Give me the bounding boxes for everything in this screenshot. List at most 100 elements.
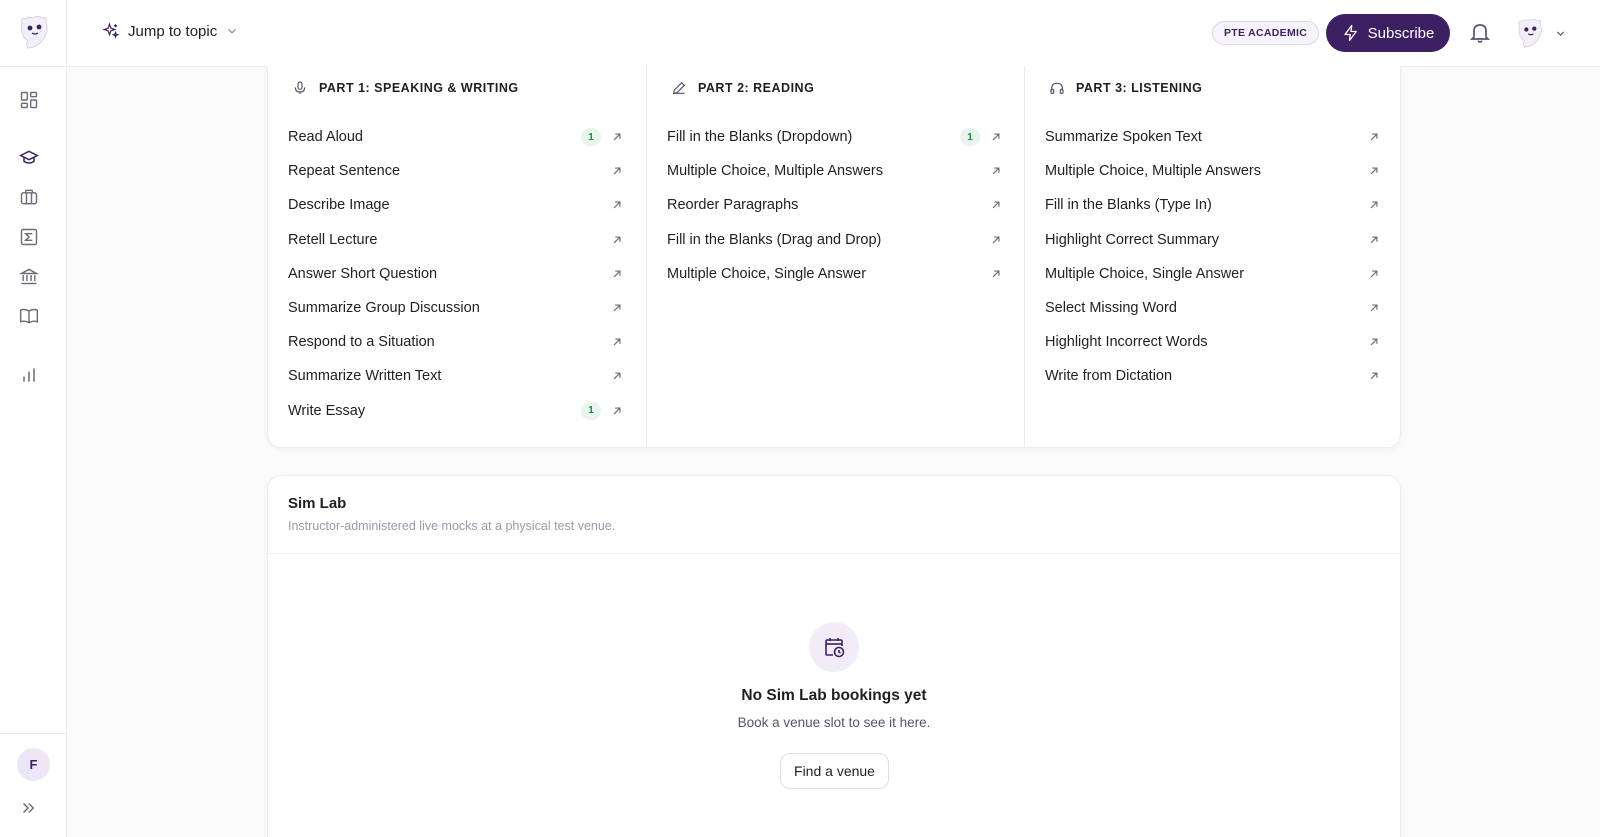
task-fill-blanks-dropdown[interactable]: Fill in the Blanks (Dropdown) 1 <box>667 120 1007 154</box>
task-label: Write from Dictation <box>1045 368 1173 385</box>
task-mc-multiple-answers[interactable]: Multiple Choice, Multiple Answers <box>1045 154 1385 188</box>
task-label: Summarize Spoken Text <box>1045 129 1202 146</box>
task-select-missing-word[interactable]: Select Missing Word <box>1045 291 1385 325</box>
subscribe-label: Subscribe <box>1367 24 1435 42</box>
task-list: Read Aloud 1 Repeat Sentence Describe Ima… <box>288 120 628 428</box>
expand-sidebar-icon[interactable] <box>19 799 37 817</box>
user-avatar-mascot-icon[interactable] <box>1514 17 1544 49</box>
task-label: Fill in the Blanks (Type In) <box>1045 197 1212 214</box>
task-label: Describe Image <box>288 197 390 214</box>
part-title: PART 2: READING <box>698 81 815 95</box>
sparkles-icon <box>102 22 120 39</box>
task-label: Fill in the Blanks (Drag and Drop) <box>667 231 882 248</box>
task-summarize-spoken-text[interactable]: Summarize Spoken Text <box>1045 120 1385 154</box>
sidebar-item-institutions[interactable] <box>17 264 41 288</box>
sidebar-item-formulas[interactable] <box>17 225 41 249</box>
arrow-up-right-icon <box>1370 338 1378 346</box>
arrow-up-right-icon <box>992 236 1000 243</box>
task-reorder-paragraphs[interactable]: Reorder Paragraphs <box>667 188 1007 222</box>
task-highlight-correct-summary[interactable]: Highlight Correct Summary <box>1045 223 1385 257</box>
arrow-up-right-icon <box>613 270 621 278</box>
task-label: Fill in the Blanks (Dropdown) <box>667 129 853 146</box>
task-label: Highlight Correct Summary <box>1045 231 1220 248</box>
task-retell-lecture[interactable]: Retell Lecture <box>288 223 628 257</box>
sidebar-item-library[interactable] <box>17 304 41 328</box>
task-list: Summarize Spoken Text Multiple Choice, M… <box>1045 120 1385 394</box>
exam-parts-card: PART 1: SPEAKING & WRITING Read Aloud 1 R… <box>267 66 1401 448</box>
task-label: Retell Lecture <box>288 231 378 248</box>
jump-to-topic-label: Jump to topic <box>128 22 218 40</box>
task-fill-blanks-type-in[interactable]: Fill in the Blanks (Type In) <box>1045 188 1385 222</box>
task-fill-blanks-drag-drop[interactable]: Fill in the Blanks (Drag and Drop) <box>667 223 1007 257</box>
task-label: Multiple Choice, Multiple Answers <box>667 163 883 180</box>
task-label: Respond to a Situation <box>288 334 435 351</box>
top-header: Jump to topic PTE ACADEMIC Subscribe <box>67 0 1600 67</box>
microphone-icon <box>294 81 306 94</box>
find-venue-button[interactable]: Find a venue <box>780 753 889 789</box>
user-avatar-initial[interactable]: F <box>17 748 50 781</box>
lightning-icon <box>1343 24 1357 42</box>
notifications-bell-icon[interactable] <box>1468 21 1492 45</box>
arrow-up-right-icon <box>1370 236 1378 243</box>
part-header: PART 2: READING <box>671 80 814 96</box>
task-repeat-sentence[interactable]: Repeat Sentence <box>288 154 628 188</box>
user-menu-chevron-icon[interactable] <box>1554 27 1567 40</box>
pen-icon <box>672 81 686 95</box>
part-header: PART 3: LISTENING <box>1049 80 1202 96</box>
arrow-up-right-icon <box>613 372 621 380</box>
graduation-cap-icon <box>19 150 39 164</box>
task-mc-single-answer[interactable]: Multiple Choice, Single Answer <box>1045 257 1385 291</box>
task-list: Fill in the Blanks (Dropdown) 1 Multiple … <box>667 120 1007 291</box>
part-header: PART 1: SPEAKING & WRITING <box>292 80 519 96</box>
briefcase-icon <box>20 189 38 205</box>
task-write-from-dictation[interactable]: Write from Dictation <box>1045 359 1385 393</box>
task-summarize-written-text[interactable]: Summarize Written Text <box>288 359 628 393</box>
sim-lab-subtitle: Instructor-administered live mocks at a … <box>288 519 616 533</box>
arrow-up-right-icon <box>992 270 1000 278</box>
sidebar: F <box>0 0 67 837</box>
part-speaking-writing: PART 1: SPEAKING & WRITING Read Aloud 1 R… <box>268 66 646 447</box>
task-label: Repeat Sentence <box>288 163 401 180</box>
arrow-up-right-icon <box>1370 201 1378 209</box>
sidebar-item-practice[interactable] <box>17 185 41 209</box>
task-describe-image[interactable]: Describe Image <box>288 188 628 222</box>
sidebar-divider <box>0 66 67 67</box>
task-mc-single-answer[interactable]: Multiple Choice, Single Answer <box>667 257 1007 291</box>
sim-lab-divider <box>268 553 1400 554</box>
arrow-up-right-icon <box>1370 133 1378 141</box>
jump-to-topic-button[interactable]: Jump to topic <box>102 22 239 40</box>
empty-state-icon-wrap <box>809 622 859 672</box>
task-respond-to-situation[interactable]: Respond to a Situation <box>288 325 628 359</box>
task-write-essay[interactable]: Write Essay 1 <box>288 394 628 428</box>
arrow-up-right-icon <box>1370 304 1378 312</box>
sidebar-item-learn[interactable] <box>17 146 41 170</box>
task-summarize-group-discussion[interactable]: Summarize Group Discussion <box>288 291 628 325</box>
empty-state-title: No Sim Lab bookings yet <box>741 687 927 704</box>
dashboard-icon <box>20 91 38 109</box>
part-reading: PART 2: READING Fill in the Blanks (Drop… <box>646 66 1024 447</box>
book-icon <box>19 308 39 324</box>
arrow-up-right-icon <box>992 167 1000 175</box>
sim-lab-title: Sim Lab <box>288 495 347 512</box>
task-label: Highlight Incorrect Words <box>1045 334 1208 351</box>
arrow-up-right-icon <box>992 201 1000 209</box>
arrow-up-right-icon <box>613 201 621 209</box>
logo-mascot-icon[interactable] <box>16 14 50 50</box>
task-count-badge: 1 <box>581 128 601 147</box>
sim-lab-card: Sim Lab Instructor-administered live moc… <box>267 475 1401 837</box>
chevron-down-icon <box>228 28 237 34</box>
part-title: PART 3: LISTENING <box>1076 81 1203 95</box>
task-label: Summarize Written Text <box>288 368 442 385</box>
task-answer-short-question[interactable]: Answer Short Question <box>288 257 628 291</box>
task-read-aloud[interactable]: Read Aloud 1 <box>288 120 628 154</box>
task-highlight-incorrect-words[interactable]: Highlight Incorrect Words <box>1045 325 1385 359</box>
subscribe-button[interactable]: Subscribe <box>1326 14 1450 52</box>
sidebar-item-analytics[interactable] <box>17 363 41 387</box>
task-count-badge: 1 <box>581 401 601 420</box>
sidebar-divider <box>0 733 67 734</box>
empty-state-subtitle: Book a venue slot to see it here. <box>737 715 931 730</box>
task-mc-multiple-answers[interactable]: Multiple Choice, Multiple Answers <box>667 154 1007 188</box>
sidebar-item-dashboard[interactable] <box>17 88 41 112</box>
task-label: Multiple Choice, Multiple Answers <box>1045 163 1261 180</box>
sigma-icon <box>20 228 38 246</box>
